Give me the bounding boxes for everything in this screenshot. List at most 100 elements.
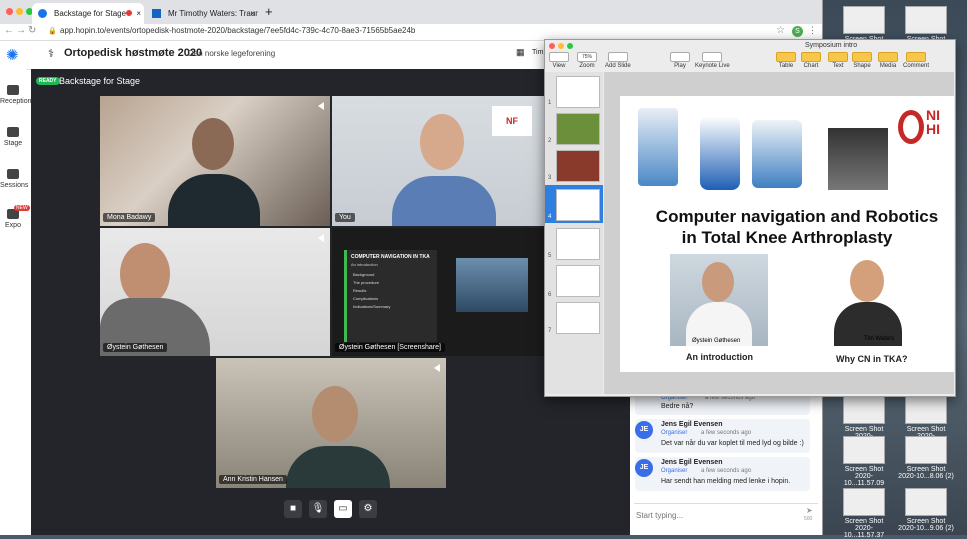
comment-button[interactable]: Comment (903, 52, 929, 69)
speaker-photo: Tim Waters (822, 254, 914, 346)
message-time: a few seconds ago (701, 430, 752, 436)
send-icon[interactable]: ➤ (806, 506, 813, 515)
profile-avatar[interactable]: S (792, 26, 803, 37)
browser-menu-icon[interactable]: ⋮ (808, 25, 817, 36)
participant-video[interactable]: Øystein Gøthesen (100, 228, 330, 356)
slide-thumbnail[interactable] (556, 265, 600, 297)
keynote-window-title: Symposium intro (805, 42, 858, 49)
play-icon (670, 52, 690, 62)
play-button[interactable]: Play (670, 52, 690, 69)
file-label: Screen Shot 2020-10...9.06 (2) (898, 518, 954, 532)
file-thumbnail-icon (843, 488, 885, 516)
new-tab-button[interactable]: + (265, 4, 273, 19)
desktop-file[interactable]: Screen Shot 2020-10...11.57.37 (835, 488, 893, 539)
nav-sessions[interactable]: Sessions (0, 169, 29, 189)
media-button[interactable]: Media (878, 52, 898, 69)
stage-title: Backstage for Stage (59, 76, 141, 86)
minimize-window-icon[interactable] (558, 43, 564, 49)
screenshare-video[interactable]: COMPUTER NAVIGATION IN TKA An introducti… (332, 228, 562, 356)
participant-name: Øystein Gøthesen [Screenshare] (335, 343, 445, 352)
screenshare-bullet: Background (353, 272, 375, 277)
comment-icon (906, 52, 926, 62)
view-icon (549, 52, 569, 62)
participant-name: Mona Badawy (103, 213, 156, 222)
slide-number: 7 (548, 328, 552, 334)
participant-video[interactable]: Ann Kristin Hansen (216, 358, 446, 488)
slide-number: 1 (548, 100, 552, 106)
minimize-window-icon[interactable] (16, 8, 23, 15)
desktop-file[interactable]: Screen Shot (835, 6, 893, 43)
microphone-toggle-button[interactable]: 🎙 (309, 500, 327, 518)
new-badge: NEW (14, 205, 30, 211)
message-role: Organiser (661, 430, 688, 436)
tab-backstage[interactable]: Backstage for Stage × (32, 3, 144, 24)
desktop-file[interactable]: Screen Shot 2020-10...11.57.09 (835, 436, 893, 487)
shape-button[interactable]: Shape (852, 52, 872, 69)
view-button[interactable]: View (549, 52, 569, 69)
tab-title: Mr Timothy Waters: Trauma & (168, 9, 258, 18)
slide-thumbnail[interactable] (556, 76, 600, 108)
maximize-window-icon[interactable] (567, 43, 573, 49)
close-window-icon[interactable] (6, 8, 13, 15)
desktop-file[interactable]: Screen Shot (897, 6, 955, 43)
file-label: Screen Shot 2020-10...11.57.09 (843, 466, 885, 487)
close-tab-icon[interactable]: × (136, 3, 141, 24)
ready-badge: READY (36, 77, 60, 85)
nav-stage[interactable]: Stage (0, 127, 26, 147)
chart-button[interactable]: Chart (801, 52, 821, 69)
slide-thumbnail[interactable] (556, 302, 600, 334)
chat-input[interactable] (634, 507, 788, 523)
file-label: Screen Shot 2020-10...11.57.37 (843, 518, 885, 539)
participant-name: Ann Kristin Hansen (219, 475, 287, 484)
forward-arrow-icon[interactable]: → (16, 25, 26, 36)
slide-thumbnail[interactable] (556, 228, 600, 260)
slide-title-line: in Total Knee Arthroplasty (681, 228, 893, 247)
settings-button[interactable]: ⚙ (359, 500, 377, 518)
zoom-button[interactable]: 75% Zoom (577, 52, 597, 69)
close-tab-icon[interactable]: × (250, 3, 255, 24)
chat-message: Organiser a few seconds ago Bedre nå? (635, 395, 810, 415)
file-thumbnail-icon (905, 488, 947, 516)
nav-reception[interactable]: Reception (0, 85, 32, 105)
screenshare-title: COMPUTER NAVIGATION IN TKA (351, 254, 430, 260)
slide-thumbnail[interactable] (556, 113, 600, 145)
robot-image-icon (638, 108, 678, 186)
calendar-icon[interactable]: ▦ (516, 47, 525, 58)
shape-icon (852, 52, 872, 62)
author-avatar: JE (635, 421, 653, 439)
close-window-icon[interactable] (549, 43, 555, 49)
url-field[interactable]: app.hopin.to/events/ortopedisk-hostmote-… (60, 26, 415, 35)
slide-thumbnail[interactable] (556, 150, 600, 182)
file-thumbnail-icon (843, 396, 885, 424)
camera-toggle-button[interactable]: ■ (284, 500, 302, 518)
add-slide-button[interactable]: Add Slide (605, 52, 631, 69)
slide-thumbnail[interactable] (556, 189, 600, 221)
screenshare-toggle-button[interactable]: ▭ (334, 500, 352, 518)
tab-trauma[interactable]: Mr Timothy Waters: Trauma & × (146, 3, 258, 24)
slide[interactable]: NI HI Computer navigation and Robotics in… (620, 96, 954, 372)
timetable-button[interactable]: Tim (532, 49, 543, 56)
reload-icon[interactable]: ↻ (28, 25, 36, 36)
table-button[interactable]: Table (776, 52, 796, 69)
text-button[interactable]: Text (828, 52, 848, 69)
surgery-photo-icon (456, 258, 528, 312)
slide-number: 5 (548, 253, 552, 259)
nav-label: Sessions (0, 182, 29, 189)
desktop-file[interactable]: Screen Shot 2020-10...9.06 (2) (897, 488, 955, 532)
participant-video[interactable]: Mona Badawy (100, 96, 330, 226)
back-arrow-icon[interactable]: ← (4, 25, 14, 36)
hopin-logo-icon[interactable]: ✺ (6, 46, 19, 64)
desktop-file[interactable]: Screen Shot 2020-10...8.06 (2) (897, 436, 955, 480)
participant-video[interactable]: NF You (332, 96, 562, 226)
keynote-live-button[interactable]: Keynote Live (695, 52, 730, 69)
robot-image-icon (752, 120, 802, 188)
robot-image-icon (700, 116, 740, 190)
message-author: Jens Egil Evensen (661, 421, 723, 428)
nav-expo[interactable]: NEW Expo (0, 205, 30, 229)
file-thumbnail-icon (905, 436, 947, 464)
participant-body-icon (168, 174, 260, 226)
slide-number: 6 (548, 292, 552, 298)
bookmark-star-icon[interactable]: ☆ (776, 25, 785, 36)
slide-number: 2 (548, 138, 552, 144)
participant-face-icon (120, 243, 170, 305)
